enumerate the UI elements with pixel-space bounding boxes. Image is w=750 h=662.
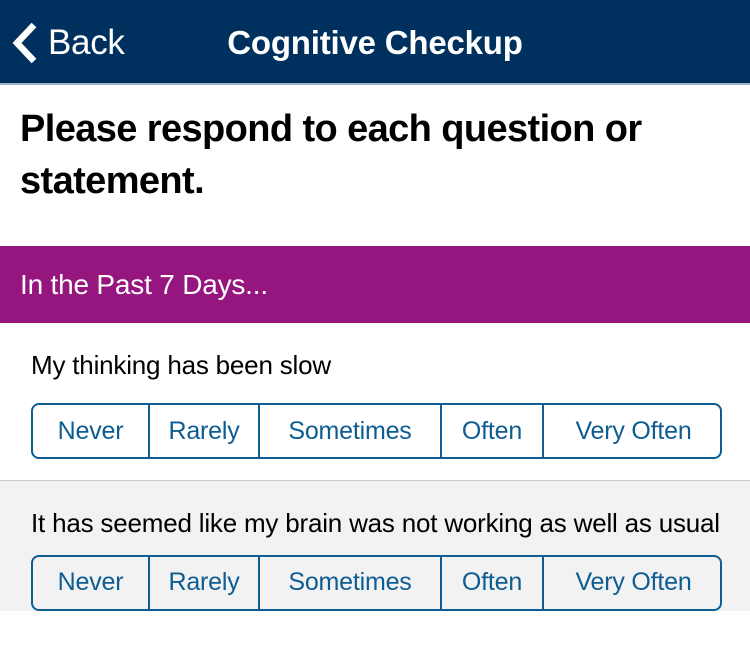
scale-option-rarely[interactable]: Rarely bbox=[148, 556, 258, 609]
scale-option-never[interactable]: Never bbox=[33, 405, 148, 457]
back-label: Back bbox=[48, 23, 125, 62]
scale-option-sometimes[interactable]: Sometimes bbox=[258, 556, 440, 609]
question-text: It has seemed like my brain was not work… bbox=[31, 508, 720, 539]
section-header-label: In the Past 7 Days... bbox=[20, 268, 268, 300]
response-scale: Never Rarely Sometimes Often Very Often bbox=[31, 554, 722, 611]
scale-option-often[interactable]: Often bbox=[440, 556, 542, 609]
scale-option-very-often[interactable]: Very Often bbox=[542, 556, 720, 609]
question-row: My thinking has been slow Never Rarely S… bbox=[0, 323, 750, 481]
scale-option-rarely[interactable]: Rarely bbox=[148, 405, 258, 458]
question-text: My thinking has been slow bbox=[31, 350, 331, 380]
instructions-text: Please respond to each question or state… bbox=[20, 108, 642, 203]
scale-option-very-often[interactable]: Very Often bbox=[542, 405, 720, 458]
instructions-block: Please respond to each question or state… bbox=[0, 85, 750, 246]
page-title-text: Cognitive Checkup bbox=[227, 23, 523, 61]
section-header-past-7-days: In the Past 7 Days... bbox=[0, 246, 750, 323]
scale-option-never[interactable]: Never bbox=[33, 557, 148, 609]
navigation-bar: Back Cognitive Checkup bbox=[0, 0, 750, 85]
chevron-left-icon bbox=[12, 22, 38, 64]
scale-option-often[interactable]: Often bbox=[440, 405, 542, 458]
question-row: It has seemed like my brain was not work… bbox=[0, 480, 750, 611]
back-button[interactable]: Back bbox=[12, 0, 125, 85]
scale-option-sometimes[interactable]: Sometimes bbox=[258, 405, 440, 458]
response-scale: Never Rarely Sometimes Often Very Often bbox=[31, 403, 722, 460]
